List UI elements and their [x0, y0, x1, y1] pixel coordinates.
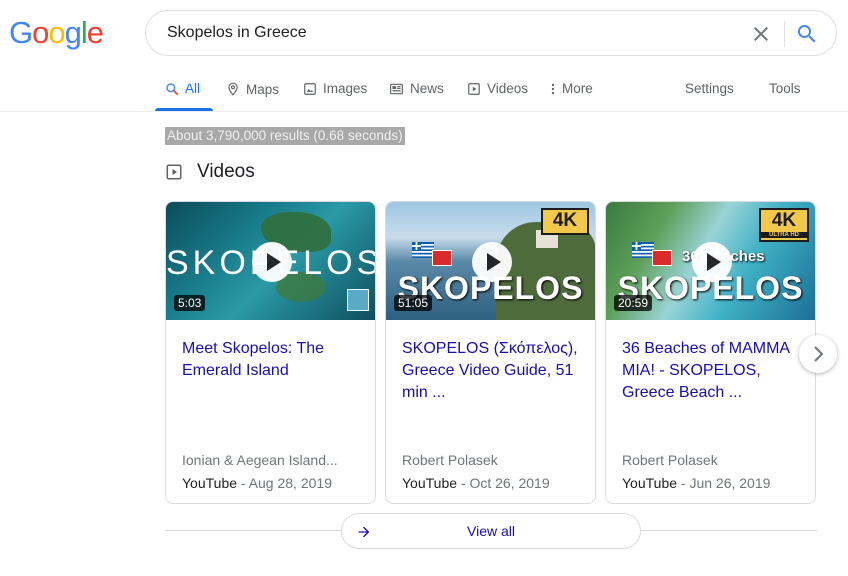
play-icon[interactable]: [252, 242, 292, 282]
view-all-label: View all: [467, 523, 515, 539]
video-thumbnail[interactable]: 4K SKOPELOS 51:05: [386, 202, 595, 320]
more-vert-icon: [551, 83, 555, 94]
tab-label: Settings: [685, 81, 734, 96]
channel-stamp-icon: [652, 250, 672, 266]
tab-label: Images: [323, 81, 368, 96]
video-thumbnail[interactable]: SKOPELOS 5:03: [166, 202, 375, 320]
carousel-next-button[interactable]: [799, 335, 837, 373]
play-icon[interactable]: [692, 242, 732, 282]
greek-flag-icon: [412, 242, 434, 258]
logo-letter: o: [32, 15, 49, 50]
brand-logo: [347, 289, 369, 311]
videos-title: Videos: [197, 161, 255, 182]
video-meta: YouTube - Aug 28, 2019: [182, 475, 332, 491]
close-icon: [754, 27, 768, 41]
video-title[interactable]: 36 Beaches of MAMMA MIA! - SKOPELOS, Gre…: [622, 338, 802, 404]
video-duration: 20:59: [614, 295, 653, 311]
tab-images[interactable]: Images: [303, 81, 367, 96]
badge-label: 4K: [771, 210, 797, 231]
video-date: - Aug 28, 2019: [237, 475, 332, 491]
tab-news[interactable]: News: [389, 81, 444, 96]
video-platform: YouTube: [402, 475, 458, 491]
video-card[interactable]: 4K SKOPELOS 51:05 SKOPELOS (Σκόπελος), G…: [385, 201, 596, 504]
logo-letter: o: [48, 15, 65, 50]
tab-settings[interactable]: Settings: [685, 81, 734, 96]
logo-letter: g: [64, 15, 82, 50]
google-logo[interactable]: Google: [9, 15, 104, 51]
play-square-icon: [166, 164, 182, 180]
search-input[interactable]: Skopelos in Greece: [167, 24, 307, 42]
image-icon: [304, 82, 316, 95]
4k-badge: 4K: [541, 208, 589, 235]
channel-stamp-icon: [432, 250, 452, 266]
search-icon: [798, 25, 816, 43]
map-pin-icon: [228, 82, 238, 96]
active-tab-indicator: [155, 108, 213, 111]
tab-label: News: [410, 81, 444, 96]
search-tabs: All Maps Images News Videos More Setting…: [0, 70, 848, 112]
badge-sublabel: ULTRA HD: [761, 232, 807, 238]
video-card[interactable]: SKOPELOS 5:03 Meet Skopelos: The Emerald…: [165, 201, 376, 504]
tab-label: Videos: [487, 81, 529, 96]
greek-flag-icon: [632, 242, 654, 258]
view-all-button[interactable]: View all: [341, 513, 641, 549]
video-channel: Ionian & Aegean Island...: [182, 452, 338, 468]
logo-letter: G: [9, 15, 33, 50]
play-square-icon: [468, 82, 480, 95]
newspaper-icon: [390, 83, 403, 94]
video-duration: 5:03: [174, 295, 206, 311]
logo-letter: e: [86, 15, 104, 50]
tab-label: Maps: [246, 81, 280, 97]
tab-more[interactable]: More: [550, 81, 593, 96]
video-channel: Robert Polasek: [402, 452, 498, 468]
search-button[interactable]: [795, 22, 819, 46]
4k-badge: 4K ULTRA HD: [759, 208, 809, 242]
video-date: - Oct 26, 2019: [457, 475, 550, 491]
video-title[interactable]: Meet Skopelos: The Emerald Island: [182, 338, 362, 382]
chevron-right-icon: [814, 346, 824, 362]
tab-maps[interactable]: Maps: [226, 81, 279, 97]
tab-tools[interactable]: Tools: [769, 81, 801, 96]
search-divider: [784, 21, 785, 47]
tab-videos[interactable]: Videos: [467, 81, 528, 96]
video-platform: YouTube: [182, 475, 238, 491]
search-icon: [166, 82, 179, 95]
video-meta: YouTube - Oct 26, 2019: [402, 475, 550, 491]
video-channel: Robert Polasek: [622, 452, 718, 468]
video-platform: YouTube: [622, 475, 678, 491]
tab-label: More: [562, 81, 593, 96]
video-meta: YouTube - Jun 26, 2019: [622, 475, 770, 491]
video-thumbnail[interactable]: 4K ULTRA HD 36 Beaches SKOPELOS 20:59: [606, 202, 815, 320]
play-icon[interactable]: [472, 242, 512, 282]
video-date: - Jun 26, 2019: [677, 475, 771, 491]
search-box[interactable]: Skopelos in Greece: [145, 10, 837, 56]
video-card[interactable]: 4K ULTRA HD 36 Beaches SKOPELOS 20:59 36 …: [605, 201, 816, 504]
result-stats: About 3,790,000 results (0.68 seconds): [165, 127, 405, 145]
video-title[interactable]: SKOPELOS (Σκόπελος), Greece Video Guide,…: [402, 338, 582, 404]
tab-label: Tools: [769, 81, 801, 96]
clear-button[interactable]: [749, 22, 773, 46]
videos-heading: Videos: [165, 161, 255, 183]
video-duration: 51:05: [394, 295, 433, 311]
tab-all[interactable]: All: [165, 81, 200, 96]
tab-label: All: [185, 81, 201, 96]
